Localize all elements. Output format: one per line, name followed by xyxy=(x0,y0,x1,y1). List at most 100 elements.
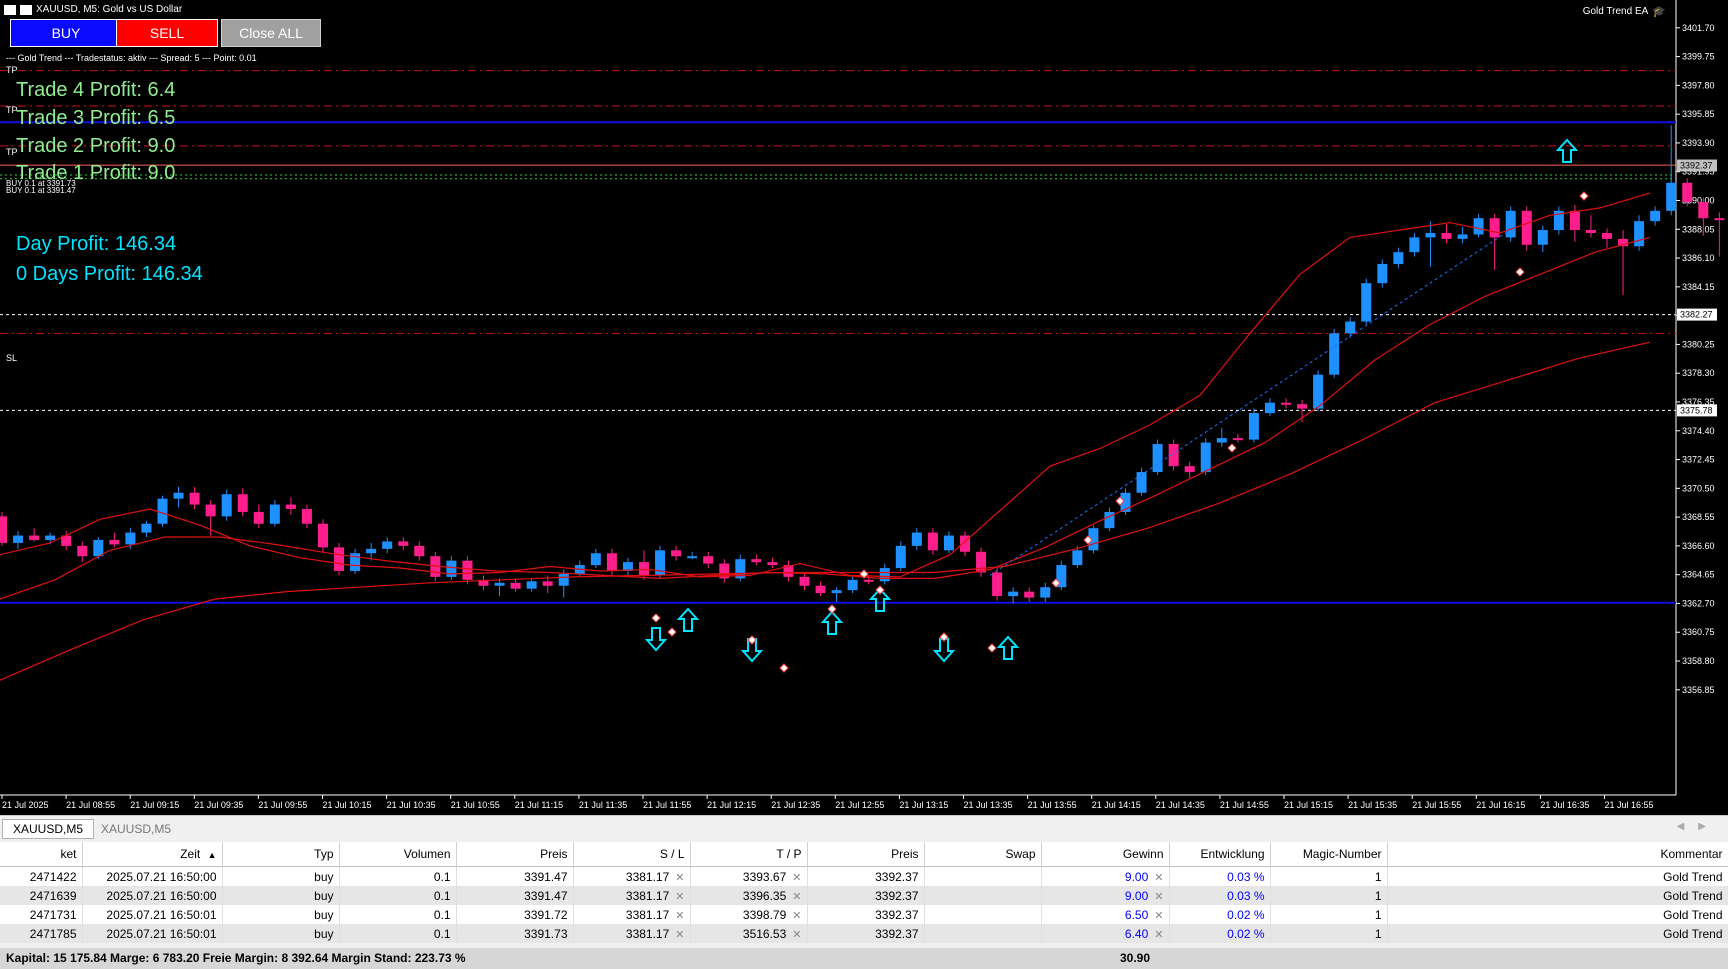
candle-body xyxy=(1489,218,1500,238)
col-magic[interactable]: Magic-Number xyxy=(1270,842,1388,867)
tp-label-4: TP xyxy=(6,65,18,75)
time-tick-label: 21 Jul 2025 xyxy=(2,800,49,810)
candle-body xyxy=(639,562,649,576)
col-swap[interactable]: Swap xyxy=(924,842,1042,867)
trade-1-profit: Trade 1 Profit: 9.0 xyxy=(16,162,176,184)
table-row[interactable]: 2471639 2025.07.21 16:50:00 buy 0.1 3391.47 3… xyxy=(0,886,1728,905)
close-position-icon[interactable]: ✕ xyxy=(1154,929,1163,941)
candle-body xyxy=(927,532,938,551)
time-tick-label: 21 Jul 14:35 xyxy=(1156,800,1205,810)
col-comment[interactable]: Kommentar xyxy=(1387,842,1728,867)
candle-body xyxy=(1505,210,1516,238)
cell-change: 0.02 % xyxy=(1169,905,1271,924)
cell-type: buy xyxy=(222,886,340,905)
cell-profit-value: 6.50 xyxy=(1124,907,1149,922)
buy-button[interactable]: BUY xyxy=(10,19,122,47)
sell-button[interactable]: SELL xyxy=(116,19,218,47)
time-tick-label: 21 Jul 15:55 xyxy=(1412,800,1461,810)
trade-marker-icon xyxy=(651,613,661,623)
buy-signal-arrow-icon[interactable] xyxy=(676,607,700,632)
candle-body xyxy=(189,492,200,505)
remove-tp-icon[interactable]: ✕ xyxy=(792,929,801,941)
candle-body xyxy=(1313,374,1324,409)
level-price-tag: 3382.27 xyxy=(1680,310,1713,320)
remove-tp-icon[interactable]: ✕ xyxy=(792,891,801,903)
candle-body xyxy=(221,494,232,517)
cell-change-value: 0.03 % xyxy=(1227,888,1265,903)
time-tick-label: 21 Jul 10:15 xyxy=(323,800,372,810)
remove-sl-icon[interactable]: ✕ xyxy=(675,929,684,941)
cell-sl-value: 3381.17 xyxy=(625,907,670,922)
cell-swap xyxy=(924,905,1042,924)
remove-sl-icon[interactable]: ✕ xyxy=(675,891,684,903)
col-type[interactable]: Typ xyxy=(222,842,340,867)
time-tick-label: 21 Jul 16:15 xyxy=(1476,800,1525,810)
time-tick-label: 21 Jul 11:15 xyxy=(515,800,563,810)
sell-signal-arrow-icon[interactable] xyxy=(932,638,956,663)
cell-price: 3391.47 xyxy=(456,866,574,886)
expert-advisor-label[interactable]: Gold Trend EA 🎓 xyxy=(1583,5,1666,18)
cell-cur-price: 3392.37 xyxy=(807,924,925,943)
remove-sl-icon[interactable]: ✕ xyxy=(675,910,684,922)
candle-body xyxy=(1264,402,1275,414)
cell-price: 3391.73 xyxy=(456,924,574,943)
chart-canvas[interactable]: 3401.703399.753397.803395.853393.903391.… xyxy=(0,0,1728,815)
cell-change-value: 0.02 % xyxy=(1227,926,1265,941)
time-tick-label: 21 Jul 15:35 xyxy=(1348,800,1397,810)
table-row[interactable]: 2471785 2025.07.21 16:50:01 buy 0.1 3391.73 3… xyxy=(0,924,1728,943)
candle-body xyxy=(45,535,56,540)
candle-body xyxy=(1184,466,1195,473)
col-current-price[interactable]: Preis xyxy=(807,842,925,867)
time-tick-label: 21 Jul 13:35 xyxy=(964,800,1013,810)
candle-body xyxy=(1008,591,1019,597)
buy-signal-arrow-icon[interactable] xyxy=(820,610,844,635)
trend-line[interactable] xyxy=(989,229,1511,576)
cell-swap xyxy=(924,866,1042,886)
price-chart[interactable]: 3401.70 3399.75 3397.80 3395.85 3393.90 3391.… xyxy=(0,0,1728,815)
col-profit[interactable]: Gewinn xyxy=(1041,842,1170,867)
cell-sl-value: 3381.17 xyxy=(625,869,670,884)
table-row[interactable]: 2471731 2025.07.21 16:50:01 buy 0.1 3391.72 3… xyxy=(0,905,1728,924)
candle-body xyxy=(1040,587,1051,598)
price-tick-label: 3395.85 xyxy=(1682,109,1715,119)
buy-signal-arrow-icon[interactable] xyxy=(1555,138,1579,163)
candle-body xyxy=(526,581,537,589)
col-price[interactable]: Preis xyxy=(456,842,574,867)
remove-tp-icon[interactable]: ✕ xyxy=(792,872,801,884)
tab-chart-1[interactable]: XAUUSD,M5 xyxy=(2,819,95,839)
col-change[interactable]: Entwicklung xyxy=(1169,842,1271,867)
remove-tp-icon[interactable]: ✕ xyxy=(792,910,801,922)
time-tick-label: 21 Jul 12:35 xyxy=(771,800,820,810)
col-time-label: Zeit xyxy=(180,847,201,861)
col-tp[interactable]: T / P xyxy=(690,842,808,867)
chart-symbol-icon xyxy=(20,4,32,15)
buy-signal-arrow-icon[interactable] xyxy=(996,635,1020,660)
candle-body xyxy=(606,553,617,571)
cell-profit: 9.00 ✕ xyxy=(1041,886,1170,905)
tab-chart-2[interactable]: XAUUSD,M5 xyxy=(91,819,181,839)
close-position-icon[interactable]: ✕ xyxy=(1154,872,1163,884)
sell-signal-arrow-icon[interactable] xyxy=(644,627,668,652)
time-tick-label: 21 Jul 13:55 xyxy=(1028,800,1077,810)
time-tick-label: 21 Jul 11:55 xyxy=(643,800,691,810)
remove-sl-icon[interactable]: ✕ xyxy=(675,872,684,884)
col-sl[interactable]: S / L xyxy=(573,842,691,867)
time-tick-label: 21 Jul 16:35 xyxy=(1540,800,1589,810)
cell-time: 2025.07.21 16:50:01 xyxy=(82,924,223,943)
col-volume[interactable]: Volumen xyxy=(339,842,457,867)
cell-time: 2025.07.21 16:50:00 xyxy=(82,866,223,886)
trade-marker-icon xyxy=(987,643,997,653)
col-ticket[interactable]: ket xyxy=(0,842,83,867)
table-row[interactable]: 2471422 2025.07.21 16:50:00 buy 0.1 3391.47 3… xyxy=(0,866,1728,886)
candle-body xyxy=(1409,237,1420,253)
price-tick-label: 3388.05 xyxy=(1682,224,1715,234)
col-time[interactable]: Zeit ▲ xyxy=(82,842,223,867)
price-tick-label: 3358.80 xyxy=(1682,656,1715,666)
close-all-button[interactable]: Close ALL xyxy=(221,19,321,47)
window-menu-icon[interactable] xyxy=(4,4,16,15)
candle-body xyxy=(703,556,714,564)
close-position-icon[interactable]: ✕ xyxy=(1154,910,1163,922)
candle-body xyxy=(815,585,826,594)
close-position-icon[interactable]: ✕ xyxy=(1154,891,1163,903)
tab-scroll-arrows[interactable]: ◀▶ xyxy=(1677,821,1720,832)
